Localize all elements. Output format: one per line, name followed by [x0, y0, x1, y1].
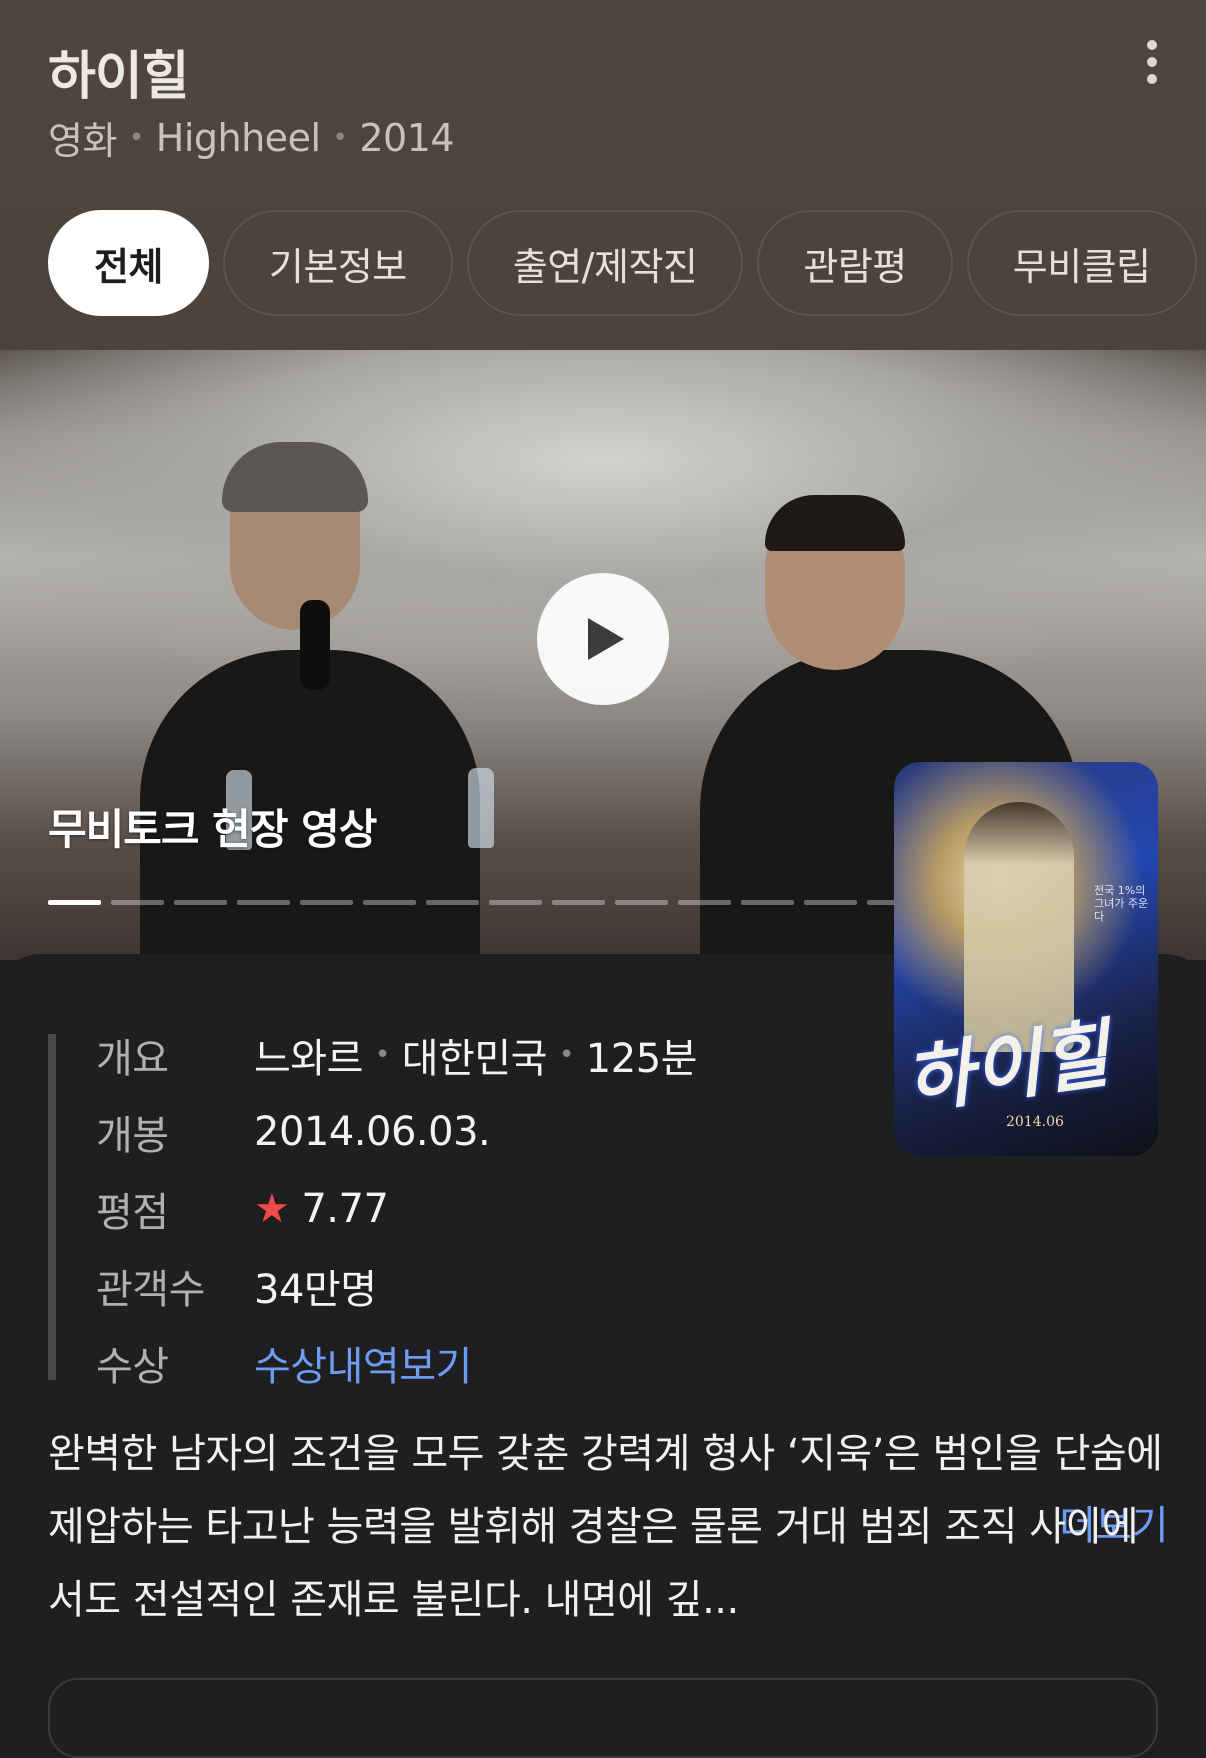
poster-date: 2014.06: [1006, 1114, 1064, 1130]
progress-segment: [552, 900, 605, 905]
progress-segment: [111, 900, 164, 905]
awards-link[interactable]: 수상내역보기: [254, 1334, 472, 1392]
progress-segment: [804, 900, 857, 905]
video-title: 무비토크 현장 영상: [48, 805, 377, 854]
movie-info-list: 개요 느와르 • 대한민국 • 125분 개봉 2014.06.03. 평점 ★…: [48, 1034, 697, 1390]
info-row-awards: 수상 수상내역보기: [96, 1324, 697, 1401]
play-icon: [588, 618, 624, 660]
tab-bar: 전체 기본정보 출연/제작진 관람평 무비클립: [48, 210, 1197, 316]
progress-segment: [237, 900, 290, 905]
progress-segment: [48, 900, 101, 905]
country: 대한민국: [401, 1035, 548, 1082]
movie-title: 하이힐: [48, 47, 190, 107]
next-section-box: [48, 1678, 1158, 1758]
tab-basic-info[interactable]: 기본정보: [222, 210, 453, 316]
play-button[interactable]: [537, 573, 669, 705]
info-row-audience: 관객수 34만명: [96, 1247, 697, 1324]
progress-segment: [489, 900, 542, 905]
progress-segment: [363, 900, 416, 905]
synopsis-text: 완벽한 남자의 조건을 모두 갖춘 강력계 형사 ‘지욱’은 범인을 단숨에 제…: [48, 1431, 1163, 1623]
progress-segment: [300, 900, 353, 905]
separator-dot: •: [128, 122, 144, 153]
audience-count: 34만명: [254, 1266, 377, 1313]
info-row-overview: 개요 느와르 • 대한민국 • 125분: [96, 1016, 697, 1093]
info-row-rating: 평점 ★ 7.77: [96, 1185, 389, 1236]
tab-cast-crew[interactable]: 출연/제작진: [466, 210, 744, 316]
movie-poster[interactable]: 전국 1%의 그녀가 주운다 하이힐 2014.06: [894, 762, 1158, 1156]
info-card: 전국 1%의 그녀가 주운다 하이힐 2014.06 개요 느와르 • 대한민국 …: [0, 762, 1206, 1758]
synopsis: 완벽한 남자의 조건을 모두 갖춘 강력계 형사 ‘지욱’은 범인을 단숨에 제…: [48, 1418, 1168, 1637]
original-title: Highheel: [155, 115, 321, 160]
genre: 느와르: [254, 1035, 363, 1082]
release-date: 2014.06.03.: [254, 1108, 491, 1155]
progress-segment: [426, 900, 479, 905]
poster-title-art: 하이힐: [899, 1011, 1115, 1125]
progress-segment: [741, 900, 794, 905]
tab-movie-clips[interactable]: 무비클립: [966, 210, 1197, 316]
progress-segment: [678, 900, 731, 905]
category-label: 영화: [48, 119, 117, 163]
info-row-release: 개봉 2014.06.03.: [96, 1108, 491, 1159]
movie-subtitle: 영화 • Highheel • 2014: [48, 110, 455, 165]
runtime: 125분: [585, 1035, 698, 1082]
progress-segment: [174, 900, 227, 905]
video-progress-segments: [48, 900, 920, 905]
tab-all[interactable]: 전체: [48, 210, 209, 316]
tab-reviews[interactable]: 관람평: [757, 210, 953, 316]
rating-value: 7.77: [301, 1185, 389, 1232]
progress-segment: [615, 900, 668, 905]
more-vertical-icon[interactable]: [1130, 38, 1174, 86]
release-year: 2014: [359, 115, 455, 160]
separator-dot: •: [332, 122, 348, 153]
star-icon: ★: [254, 1185, 290, 1232]
